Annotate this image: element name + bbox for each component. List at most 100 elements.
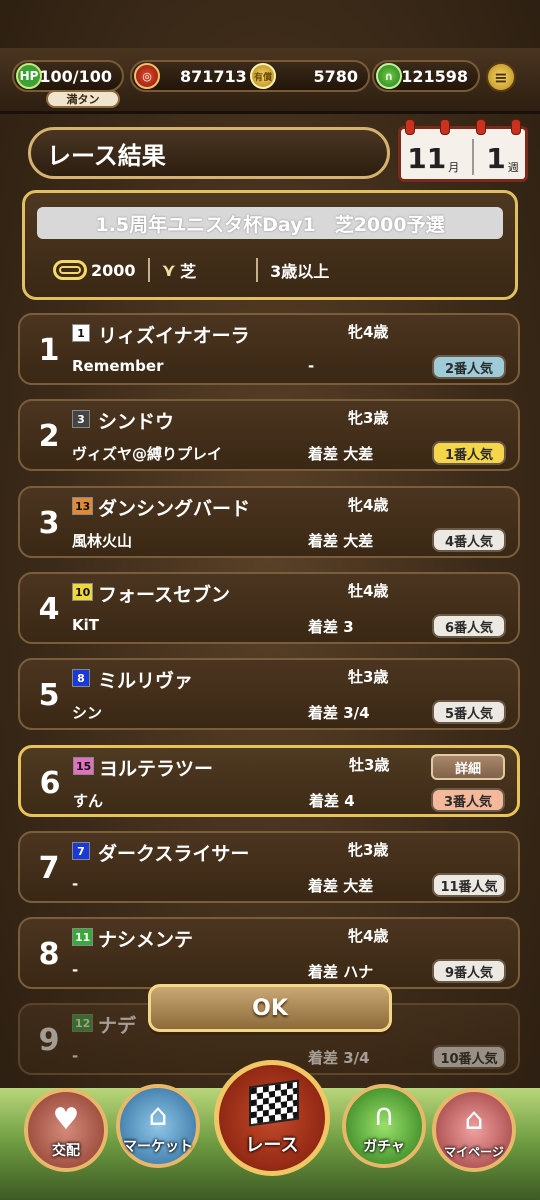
finish-margin: 着差 ハナ (308, 963, 374, 981)
popularity-badge: 3番人気 (431, 788, 505, 812)
menu-button[interactable]: ≡ (486, 62, 516, 92)
popularity-badge: 5番人気 (432, 700, 506, 724)
horse-sex-age: 牡3歳 (349, 756, 390, 774)
coin-icon: ◎ (134, 63, 160, 89)
finish-rank: 3 (38, 506, 60, 541)
nav-breeding[interactable]: ♥ 交配 (24, 1088, 108, 1172)
owner-name: KiT (72, 616, 99, 634)
horse-name: ナデ (98, 1015, 137, 1037)
page-title: レース結果 (28, 127, 390, 179)
race-distance: 2000 (91, 260, 136, 280)
owner-name: 風林火山 (72, 532, 133, 550)
result-row[interactable]: 3 13 ダンシングバード 牝4歳風林火山 着差 大差 4番人気 (18, 486, 520, 558)
horse-sex-age: 牡3歳 (348, 668, 389, 686)
paid-currency-icon: 有償 (250, 63, 276, 89)
owner-name: すん (73, 792, 104, 810)
hp-icon: HP (16, 63, 42, 89)
race-info-panel: 1.5周年ユニスタ杯Day1 芝2000予選 2000 ⋎ 芝 3歳以上 (22, 190, 518, 300)
ok-button[interactable]: OK (148, 984, 392, 1032)
horse-name: シンドウ (98, 411, 175, 433)
finish-rank: 6 (39, 766, 61, 801)
hp-pill[interactable]: HP 100/100 (12, 60, 124, 92)
gate-number-badge: 13 (72, 497, 94, 515)
calendar-month: 11 (407, 142, 447, 175)
result-row[interactable]: 6 15 ヨルテラツー 牡3歳すん 着差 4 3番人気 詳細 (18, 745, 520, 817)
popularity-badge: 1番人気 (432, 441, 506, 465)
finish-rank: 9 (38, 1023, 60, 1058)
calendar-week-unit: 週 (507, 161, 519, 174)
horseshoe-gacha-icon: ∩ (373, 1098, 395, 1133)
gate-number-badge: 12 (72, 1014, 94, 1032)
nav-mypage[interactable]: ⌂ マイページ (432, 1088, 516, 1172)
gate-number-badge: 10 (72, 583, 94, 601)
finish-margin: 着差 4 (309, 792, 355, 810)
finish-margin: 着差 大差 (308, 532, 374, 550)
detail-button[interactable]: 詳細 (431, 754, 505, 780)
result-row[interactable]: 8 11 ナシメンテ 牝4歳 - 着差 ハナ 9番人気 (18, 917, 520, 989)
horseshoe-value: 121598 (401, 66, 468, 86)
finish-rank: 5 (38, 678, 60, 713)
nav-market-label: マーケット (123, 1139, 193, 1155)
finish-margin: 着差 大差 (308, 877, 374, 895)
finish-margin: - (308, 357, 315, 375)
result-row[interactable]: 4 10 フォースセブン 牡4歳 KiT 着差 3 6番人気 (18, 572, 520, 644)
popularity-badge: 4番人気 (432, 528, 506, 552)
owner-name: Remember (72, 357, 164, 375)
horseshoe-icon: ∩ (376, 63, 402, 89)
menu-icon: ≡ (494, 67, 508, 87)
nav-race[interactable]: レース (214, 1060, 330, 1176)
horse-name: ナシメンテ (98, 929, 194, 951)
nav-market[interactable]: ⌂ マーケット (116, 1084, 200, 1168)
owner-name: シン (72, 704, 103, 722)
finish-rank: 8 (38, 937, 60, 972)
gate-number-badge: 7 (72, 842, 90, 860)
finish-margin: 着差 3 (308, 618, 354, 636)
gate-number-badge: 1 (72, 324, 90, 342)
gate-number-badge: 3 (72, 410, 90, 428)
popularity-badge: 2番人気 (432, 355, 506, 379)
horse-name: ダンシングバード (98, 498, 251, 520)
horseshoe-pill[interactable]: ∩ 121598 (372, 60, 480, 92)
hp-value: 100/100 (39, 66, 112, 86)
nav-mypage-label: マイページ (444, 1145, 504, 1159)
nav-breeding-label: 交配 (52, 1143, 80, 1159)
result-row[interactable]: 2 3 シンドウ 牝3歳 ヴィズヤ@縛りプレイ 着差 大差 1番人気 (18, 399, 520, 471)
owner-name: ヴィズヤ@縛りプレイ (72, 445, 223, 463)
popularity-badge: 10番人気 (432, 1045, 506, 1069)
horse-sex-age: 牡4歳 (348, 582, 389, 600)
owner-name: - (72, 1047, 79, 1065)
horse-name: ヨルテラツー (99, 758, 214, 780)
result-row[interactable]: 7 7 ダークスライサー 牝3歳 - 着差 大差 11番人気 (18, 831, 520, 903)
result-row[interactable]: 1 1 リィズイナオーラ 牝4歳 Remember - 2番人気 (18, 313, 520, 385)
nav-gacha[interactable]: ∩ ガチャ (342, 1084, 426, 1168)
horse-sex-age: 牝3歳 (348, 409, 389, 427)
finish-margin: 着差 大差 (308, 445, 374, 463)
shop-icon: ⌂ (148, 1098, 168, 1133)
result-row[interactable]: 5 8 ミルリヴァ 牡3歳 シン 着差 3/4 5番人気 (18, 658, 520, 730)
owner-name: - (72, 875, 79, 893)
calendar: 11 月 1 週 (398, 119, 528, 182)
house-icon: ⌂ (464, 1102, 484, 1137)
race-surface: 芝 (180, 262, 197, 281)
race-name: 1.5周年ユニスタ杯Day1 芝2000予選 (37, 207, 503, 239)
horse-sex-age: 牝4歳 (348, 496, 389, 514)
horse-name: フォースセブン (98, 584, 231, 606)
popularity-badge: 11番人気 (432, 873, 506, 897)
checkered-flag-icon (249, 1079, 299, 1127)
hp-status-badge: 満タン (46, 90, 120, 108)
finish-margin: 着差 3/4 (308, 1049, 370, 1067)
heart-icon: ♥ (52, 1102, 80, 1137)
gate-number-badge: 8 (72, 669, 90, 687)
finish-margin: 着差 3/4 (308, 704, 370, 722)
gate-number-badge: 11 (72, 928, 94, 946)
finish-rank: 7 (38, 851, 60, 886)
calendar-month-unit: 月 (448, 161, 460, 174)
gate-number-badge: 15 (73, 757, 95, 775)
coin-value: 871713 (180, 66, 247, 86)
horse-sex-age: 牝4歳 (348, 323, 389, 341)
race-condition: 3歳以上 (270, 262, 330, 281)
horse-sex-age: 牝4歳 (348, 927, 389, 945)
owner-name: - (72, 961, 79, 979)
calendar-week: 1 (486, 142, 506, 175)
currency-pill[interactable]: ◎ 871713 有償 5780 (130, 60, 370, 92)
